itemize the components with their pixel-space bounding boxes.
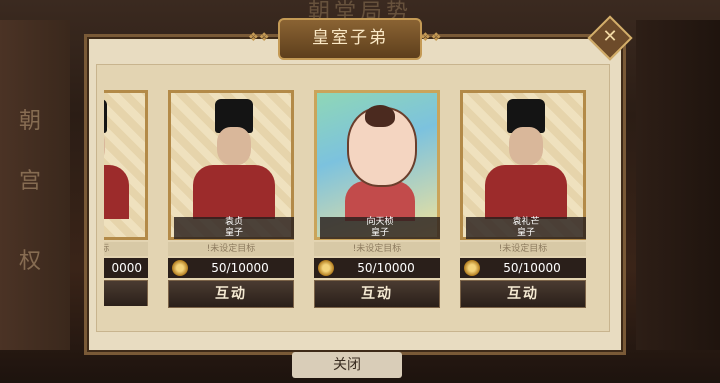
progress-row: 50/10000 (314, 258, 440, 278)
progress-value: 0000 (111, 261, 142, 275)
goal-text: !未设定目标 (104, 242, 148, 256)
card-portrait-frame (104, 90, 148, 240)
character-card-selected[interactable]: 向天桢 皇子 !未设定目标 50/10000 互动 (314, 90, 440, 308)
title-ornament-right: ❖❖ (420, 30, 442, 44)
progress-row: 50/10000 (168, 258, 294, 278)
dialog-title: 皇室子弟 (278, 18, 422, 60)
left-menu-item[interactable]: 权 (8, 240, 52, 284)
interact-button[interactable] (104, 280, 148, 306)
coin-icon (464, 260, 480, 276)
goal-text: !未设定目标 (168, 242, 294, 256)
progress-row: 0000 (104, 258, 148, 278)
card-portrait-frame: 向天桢 皇子 (314, 90, 440, 240)
goal-text: !未设定目标 (314, 242, 440, 256)
interact-button[interactable]: 互动 (314, 280, 440, 308)
character-name: 袁礼芒 (512, 217, 540, 227)
left-menu-item[interactable]: 朝 (8, 100, 52, 144)
right-strip (636, 20, 720, 350)
character-card[interactable]: 袁礼芒 皇子 !未设定目标 50/10000 互动 (460, 90, 586, 308)
name-band: 袁礼芒 皇子 (466, 217, 586, 239)
child-portrait-hair (365, 105, 395, 127)
card-portrait-frame: 袁贞 皇子 (168, 90, 294, 240)
character-card[interactable]: 袁贞 皇子 !未设定目标 50/10000 互动 (168, 90, 294, 308)
character-rank: 皇子 (224, 228, 243, 238)
close-button[interactable]: 关闭 (292, 352, 402, 378)
prince-portrait (193, 99, 275, 219)
coin-icon (318, 260, 334, 276)
card-portrait-frame: 袁礼芒 皇子 (460, 90, 586, 240)
progress-value: 50/10000 (211, 261, 269, 275)
character-rank: 皇子 (370, 228, 389, 238)
interact-button[interactable]: 互动 (168, 280, 294, 308)
left-menu-item[interactable]: 宫 (8, 160, 52, 204)
character-name: 袁贞 (224, 217, 243, 227)
name-band: 袁贞 皇子 (174, 217, 294, 239)
interact-button[interactable]: 互动 (460, 280, 586, 308)
character-card-partial[interactable]: !未设定目标 0000 (104, 90, 148, 306)
character-name: 向天桢 (366, 217, 394, 227)
progress-value: 50/10000 (503, 261, 561, 275)
prince-portrait (104, 99, 129, 219)
child-portrait-body (345, 181, 415, 221)
character-rank: 皇子 (516, 228, 535, 238)
progress-value: 50/10000 (357, 261, 415, 275)
goal-text: !未设定目标 (460, 242, 586, 256)
progress-row: 50/10000 (460, 258, 586, 278)
coin-icon (172, 260, 188, 276)
prince-portrait (485, 99, 567, 219)
left-menu: 朝 宫 权 (0, 20, 70, 350)
name-band: 向天桢 皇子 (320, 217, 440, 239)
